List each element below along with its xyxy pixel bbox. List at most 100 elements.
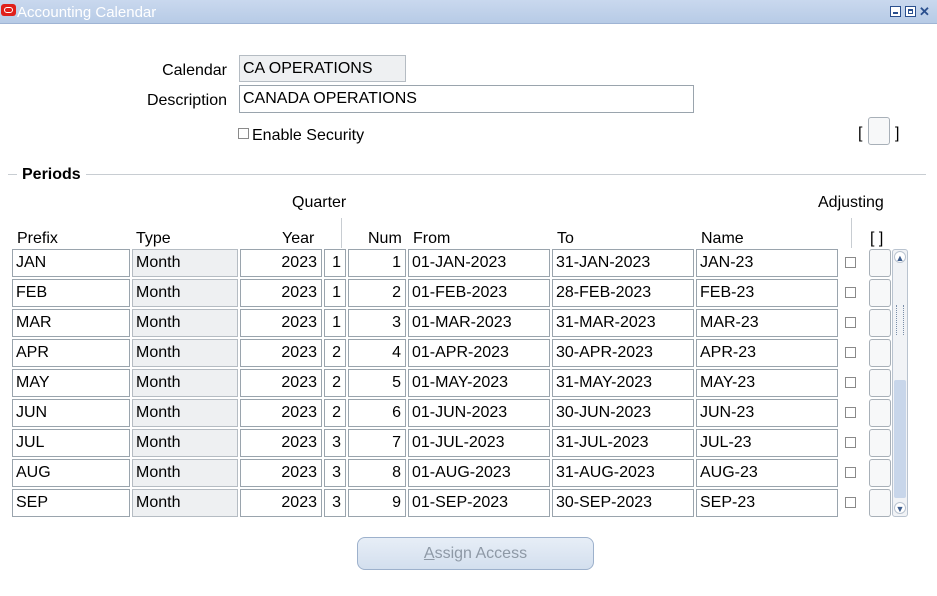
type-field[interactable]: Month	[132, 279, 238, 307]
scroll-down-icon[interactable]: ▼	[894, 502, 906, 514]
row-dff-field[interactable]	[869, 339, 891, 367]
period-name-field[interactable]: AUG-23	[696, 459, 838, 487]
to-date-field[interactable]: 28-FEB-2023	[552, 279, 694, 307]
row-dff-field[interactable]	[869, 279, 891, 307]
num-field[interactable]: 5	[348, 369, 406, 397]
from-date-field[interactable]: 01-AUG-2023	[408, 459, 550, 487]
prefix-field[interactable]: MAR	[12, 309, 130, 337]
year-field[interactable]: 2023	[240, 249, 322, 277]
prefix-field[interactable]: JUN	[12, 399, 130, 427]
to-date-field[interactable]: 31-AUG-2023	[552, 459, 694, 487]
prefix-field[interactable]: JUL	[12, 429, 130, 457]
to-date-field[interactable]: 30-JUN-2023	[552, 399, 694, 427]
to-date-field[interactable]: 31-MAY-2023	[552, 369, 694, 397]
prefix-field[interactable]: SEP	[12, 489, 130, 517]
period-name-field[interactable]: FEB-23	[696, 279, 838, 307]
header-dff-field[interactable]	[868, 117, 890, 145]
year-field[interactable]: 2023	[240, 399, 322, 427]
quarter-field[interactable]: 2	[324, 339, 346, 367]
type-field[interactable]: Month	[132, 489, 238, 517]
adjusting-checkbox[interactable]	[845, 257, 856, 268]
type-field[interactable]: Month	[132, 369, 238, 397]
type-field[interactable]: Month	[132, 339, 238, 367]
adjusting-checkbox[interactable]	[845, 467, 856, 478]
description-field[interactable]: CANADA OPERATIONS	[239, 85, 694, 113]
from-date-field[interactable]: 01-MAR-2023	[408, 309, 550, 337]
type-field[interactable]: Month	[132, 249, 238, 277]
type-field[interactable]: Month	[132, 429, 238, 457]
period-name-field[interactable]: MAY-23	[696, 369, 838, 397]
num-field[interactable]: 9	[348, 489, 406, 517]
type-field[interactable]: Month	[132, 459, 238, 487]
from-date-field[interactable]: 01-JAN-2023	[408, 249, 550, 277]
year-field[interactable]: 2023	[240, 369, 322, 397]
adjusting-checkbox[interactable]	[845, 497, 856, 508]
period-name-field[interactable]: JUL-23	[696, 429, 838, 457]
calendar-field[interactable]: CA OPERATIONS	[239, 55, 406, 82]
maximize-icon[interactable]	[905, 6, 916, 17]
adjusting-checkbox[interactable]	[845, 437, 856, 448]
row-dff-field[interactable]	[869, 369, 891, 397]
close-icon[interactable]: ✕	[919, 5, 930, 18]
to-date-field[interactable]: 31-JAN-2023	[552, 249, 694, 277]
year-field[interactable]: 2023	[240, 489, 322, 517]
row-dff-field[interactable]	[869, 459, 891, 487]
adjusting-checkbox[interactable]	[845, 317, 856, 328]
period-name-field[interactable]: SEP-23	[696, 489, 838, 517]
year-field[interactable]: 2023	[240, 339, 322, 367]
adjusting-checkbox[interactable]	[845, 407, 856, 418]
scroll-up-icon[interactable]: ▲	[894, 251, 906, 263]
from-date-field[interactable]: 01-MAY-2023	[408, 369, 550, 397]
quarter-field[interactable]: 3	[324, 429, 346, 457]
type-field[interactable]: Month	[132, 399, 238, 427]
scrollbar-thumb[interactable]	[894, 380, 906, 498]
quarter-field[interactable]: 3	[324, 459, 346, 487]
from-date-field[interactable]: 01-SEP-2023	[408, 489, 550, 517]
row-dff-field[interactable]	[869, 429, 891, 457]
period-name-field[interactable]: APR-23	[696, 339, 838, 367]
period-name-field[interactable]: JUN-23	[696, 399, 838, 427]
to-date-field[interactable]: 30-SEP-2023	[552, 489, 694, 517]
prefix-field[interactable]: JAN	[12, 249, 130, 277]
from-date-field[interactable]: 01-APR-2023	[408, 339, 550, 367]
period-name-field[interactable]: MAR-23	[696, 309, 838, 337]
assign-access-button[interactable]: Assign Access	[357, 537, 594, 570]
from-date-field[interactable]: 01-JUN-2023	[408, 399, 550, 427]
periods-scrollbar[interactable]: ▲ ▼	[892, 249, 908, 517]
minimize-icon[interactable]	[890, 6, 901, 17]
row-dff-field[interactable]	[869, 309, 891, 337]
quarter-field[interactable]: 2	[324, 399, 346, 427]
to-date-field[interactable]: 30-APR-2023	[552, 339, 694, 367]
num-field[interactable]: 2	[348, 279, 406, 307]
prefix-field[interactable]: AUG	[12, 459, 130, 487]
num-field[interactable]: 8	[348, 459, 406, 487]
period-name-field[interactable]: JAN-23	[696, 249, 838, 277]
num-field[interactable]: 4	[348, 339, 406, 367]
year-field[interactable]: 2023	[240, 279, 322, 307]
quarter-field[interactable]: 3	[324, 489, 346, 517]
row-dff-field[interactable]	[869, 399, 891, 427]
to-date-field[interactable]: 31-JUL-2023	[552, 429, 694, 457]
year-field[interactable]: 2023	[240, 459, 322, 487]
to-date-field[interactable]: 31-MAR-2023	[552, 309, 694, 337]
enable-security-checkbox[interactable]	[238, 128, 249, 139]
quarter-field[interactable]: 1	[324, 309, 346, 337]
quarter-field[interactable]: 1	[324, 249, 346, 277]
prefix-field[interactable]: MAY	[12, 369, 130, 397]
num-field[interactable]: 3	[348, 309, 406, 337]
type-field[interactable]: Month	[132, 309, 238, 337]
from-date-field[interactable]: 01-FEB-2023	[408, 279, 550, 307]
quarter-field[interactable]: 1	[324, 279, 346, 307]
adjusting-checkbox[interactable]	[845, 377, 856, 388]
prefix-field[interactable]: FEB	[12, 279, 130, 307]
num-field[interactable]: 1	[348, 249, 406, 277]
adjusting-checkbox[interactable]	[845, 347, 856, 358]
row-dff-field[interactable]	[869, 249, 891, 277]
num-field[interactable]: 6	[348, 399, 406, 427]
num-field[interactable]: 7	[348, 429, 406, 457]
prefix-field[interactable]: APR	[12, 339, 130, 367]
quarter-field[interactable]: 2	[324, 369, 346, 397]
adjusting-checkbox[interactable]	[845, 287, 856, 298]
row-dff-field[interactable]	[869, 489, 891, 517]
from-date-field[interactable]: 01-JUL-2023	[408, 429, 550, 457]
